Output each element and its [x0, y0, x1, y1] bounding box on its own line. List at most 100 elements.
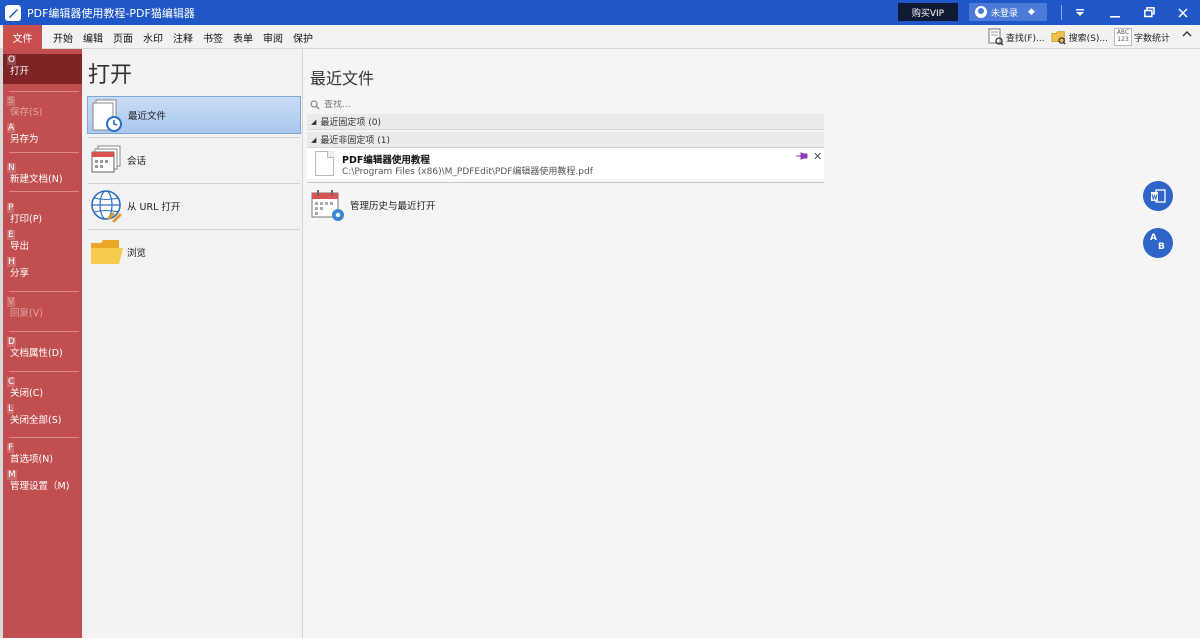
recent-search-input[interactable] [324, 100, 814, 110]
open-panel-title: 打开 [88, 63, 133, 88]
nav-open[interactable]: O 打开 [3, 54, 82, 84]
nav-divider [9, 91, 79, 92]
nav-divider [9, 191, 79, 192]
diamond-icon: ◆ [1028, 7, 1035, 17]
option-divider [88, 183, 300, 184]
calendar-settings-icon [311, 190, 344, 221]
tab-file[interactable]: 文件 [3, 25, 42, 49]
nav-print[interactable]: P 打印(P) [7, 202, 83, 225]
nav-save[interactable]: S 保存(S) [7, 95, 83, 118]
nav-close[interactable]: C 关闭(C) [7, 376, 83, 399]
user-avatar-icon [975, 6, 987, 18]
ribbon-tab-bar: 文件 开始 编辑 页面 水印 注释 书签 表单 审阅 保护 查找(F)... 搜… [0, 25, 1200, 49]
option-divider [88, 229, 300, 230]
recent-file-row[interactable]: PDF编辑器使用教程 C:\Program Files (x86)\M_PDFE… [307, 148, 824, 179]
search-icon [310, 100, 320, 110]
find-label: 查找(F)... [1005, 33, 1045, 44]
tab-page[interactable]: 页面 [108, 30, 138, 45]
folder-icon [91, 240, 123, 264]
close-icon [1178, 7, 1188, 18]
word-count-button[interactable]: ABC 123 字数统计 [1113, 28, 1170, 46]
option-recent-files[interactable]: 最近文件 [87, 96, 301, 134]
nav-close-all[interactable]: L 关闭全部(S) [7, 403, 83, 426]
menu-dropdown-icon [1076, 8, 1084, 16]
search-label: 搜索(S)... [1068, 33, 1108, 44]
title-bar: PDF编辑器使用教程-PDF猫编辑器 购买VIP 未登录 ◆ [0, 0, 1200, 25]
search-button[interactable]: 搜索(S)... [1051, 28, 1108, 46]
recent-files-icon [92, 99, 122, 132]
recent-list-separator [307, 182, 824, 183]
tab-annotate[interactable]: 注释 [168, 30, 198, 45]
app-logo-icon [5, 4, 21, 21]
ribbon-quick-tools: 查找(F)... 搜索(S)... ABC 123 字数统计 [988, 27, 1170, 47]
nav-new-document[interactable]: N 新建文档(N) [7, 162, 83, 185]
tab-form[interactable]: 表单 [228, 30, 258, 45]
tab-protect[interactable]: 保护 [288, 30, 318, 45]
minimize-button[interactable] [1098, 0, 1132, 25]
session-calendar-icon [91, 145, 121, 173]
nav-divider [9, 291, 79, 292]
titlebar-separator [1061, 5, 1062, 20]
ribbon-tabs: 开始 编辑 页面 水印 注释 书签 表单 审阅 保护 [48, 25, 318, 49]
globe-link-icon [91, 190, 122, 223]
nav-divider [9, 437, 79, 438]
unpinned-group-header[interactable]: ◢ 最近非固定项 (1) [307, 132, 824, 148]
tab-watermark[interactable]: 水印 [138, 30, 168, 45]
login-label: 未登录 [991, 8, 1019, 19]
collapse-ribbon-icon[interactable] [1182, 30, 1192, 41]
tab-start[interactable]: 开始 [48, 30, 78, 45]
buy-vip-button[interactable]: 购买VIP [898, 3, 958, 21]
tab-bookmark[interactable]: 书签 [198, 30, 228, 45]
option-open-url-label: 从 URL 打开 [127, 202, 181, 213]
remove-recent-icon[interactable]: ✕ [813, 150, 822, 163]
word-convert-button[interactable] [1143, 181, 1173, 211]
option-browse-label: 浏览 [127, 248, 147, 259]
nav-share[interactable]: H 分享 [7, 256, 83, 279]
collapse-triangle-icon: ◢ [311, 117, 317, 126]
pdf-file-icon [315, 151, 334, 176]
option-divider [88, 137, 300, 138]
manage-history-button[interactable]: 管理历史与最近打开 [310, 187, 436, 223]
word-convert-icon [1151, 189, 1166, 203]
translate-button[interactable]: A B [1143, 228, 1173, 258]
nav-preferences[interactable]: F 首选项(N) [7, 442, 83, 465]
nav-reply[interactable]: V 回复(V) [7, 296, 83, 319]
nav-save-as[interactable]: A 另存为 [7, 122, 83, 145]
manage-history-label: 管理历史与最近打开 [350, 201, 436, 212]
recent-files-title: 最近文件 [310, 69, 375, 88]
nav-export[interactable]: E 导出 [7, 229, 83, 252]
option-session-label: 会话 [127, 156, 147, 167]
pinned-group-header[interactable]: ◢ 最近固定项 (0) [307, 114, 824, 130]
backstage-nav: O 打开 S 保存(S) A 另存为 N 新建文档(N) P 打印(P) E 导… [0, 49, 82, 638]
word-count-icon: ABC 123 [1113, 28, 1132, 46]
login-button[interactable]: 未登录 ◆ [969, 3, 1047, 21]
folder-search-icon [1051, 31, 1066, 45]
window-title: PDF编辑器使用教程-PDF猫编辑器 [27, 6, 195, 20]
option-open-url[interactable]: 从 URL 打开 [87, 187, 301, 225]
tab-edit[interactable]: 编辑 [78, 30, 108, 45]
option-session[interactable]: 会话 [87, 141, 301, 179]
recent-files-pane: 最近文件 ◢ 最近固定项 (0) ◢ 最近非固定项 (1) PDF编辑器使用教程… [303, 49, 1200, 638]
minimize-icon [1110, 15, 1120, 18]
open-options-panel: 打开 最近文件 会话 从 URL 打开 浏览 [82, 49, 303, 638]
find-button[interactable]: 查找(F)... [988, 28, 1045, 46]
menu-dropdown-button[interactable] [1063, 0, 1097, 25]
nav-divider [9, 152, 79, 153]
restore-button[interactable] [1132, 0, 1166, 25]
option-browse[interactable]: 浏览 [87, 233, 301, 271]
collapse-triangle-icon: ◢ [311, 135, 317, 144]
recent-file-path: C:\Program Files (x86)\M_PDFEdit\PDF编辑器使… [342, 167, 593, 177]
tab-review[interactable]: 审阅 [258, 30, 288, 45]
close-window-button[interactable] [1166, 0, 1200, 25]
word-count-label: 字数统计 [1133, 33, 1170, 44]
nav-document-properties[interactable]: D 文档属性(D) [7, 336, 83, 359]
option-recent-files-label: 最近文件 [128, 111, 167, 122]
restore-icon [1143, 7, 1155, 18]
nav-manage-settings[interactable]: M 管理设置（M) [7, 469, 83, 492]
nav-divider [9, 331, 79, 332]
nav-divider [9, 371, 79, 372]
pin-icon[interactable] [796, 151, 808, 164]
translate-icon: A B [1150, 233, 1165, 252]
find-icon [988, 28, 1004, 46]
recent-search [310, 98, 824, 112]
